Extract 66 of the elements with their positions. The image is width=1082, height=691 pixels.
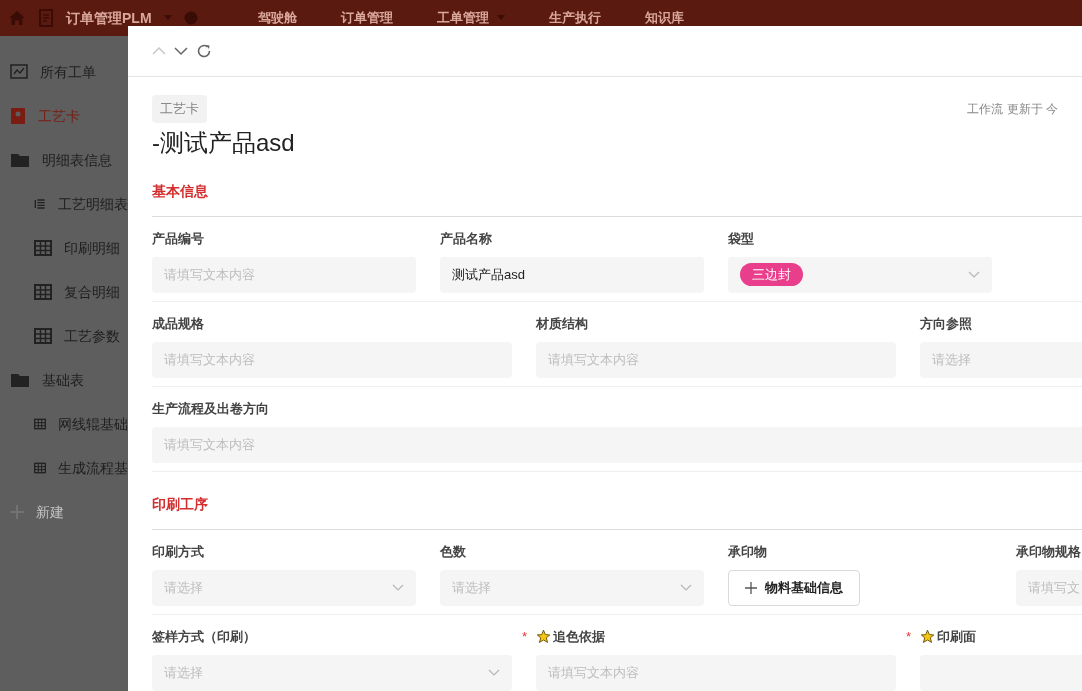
field-label: 袋型 [728, 229, 754, 248]
required-asterisk: * [522, 627, 528, 646]
field-label: 产品名称 [440, 229, 492, 248]
chevron-down-icon [392, 583, 404, 592]
nav-item[interactable]: 订单管理 [340, 8, 393, 28]
table-icon [34, 460, 46, 476]
chevron-up-icon[interactable] [152, 46, 166, 56]
folder-icon [10, 372, 30, 388]
plus-icon [745, 581, 757, 594]
field-label: 承印物规格 [1016, 542, 1081, 561]
category-tag: 工艺卡 [152, 95, 207, 123]
chevron-down-icon [488, 668, 500, 677]
field-label: 追色依据 [553, 627, 605, 646]
input-field[interactable]: 测试产品asd [440, 256, 704, 293]
sidebar-item[interactable]: 网线辊基础 [0, 402, 128, 446]
field-label: 签样方式（印刷） [152, 627, 256, 646]
sidebar-item[interactable]: 复合明细 [0, 270, 128, 314]
field-label: 印刷面 [937, 627, 976, 646]
sidebar-item[interactable]: 工艺明细表 [0, 182, 128, 226]
list-icon [34, 196, 46, 212]
document-icon [38, 9, 54, 27]
table-icon [34, 328, 52, 344]
required-asterisk: * [906, 627, 912, 646]
sidebar-item[interactable]: 工艺卡 [0, 94, 128, 138]
nav-item[interactable]: 工单管理 [436, 8, 505, 28]
table-icon [34, 240, 52, 256]
new-item[interactable]: 新建 [0, 490, 128, 534]
sidebar-item[interactable]: 生成流程基 [0, 446, 128, 490]
chevron-down-icon [680, 583, 692, 592]
refresh-icon[interactable] [196, 43, 212, 59]
caret-icon [496, 15, 505, 21]
tag: 三边封 [740, 262, 803, 287]
field-label: 生产流程及出卷方向 [152, 399, 269, 418]
field-label: 承印物 [728, 542, 767, 561]
folder-icon [10, 152, 30, 168]
section-title: 印刷工序 [152, 493, 1082, 530]
card-icon [10, 107, 26, 125]
field-label: 方向参照 [920, 314, 972, 333]
record-title: -测试产品asd [152, 127, 296, 158]
nav-item[interactable]: 生产执行 [548, 8, 601, 28]
select-field[interactable]: 三边封 [728, 256, 992, 293]
sidebar-item[interactable]: 基础表 [0, 358, 128, 402]
chart-icon [10, 64, 28, 80]
chevron-down-icon [968, 270, 980, 279]
table-icon [34, 416, 46, 432]
add-material-button[interactable]: 物料基础信息 [728, 569, 860, 606]
table-icon [34, 284, 52, 300]
sidebar-item[interactable]: 明细表信息 [0, 138, 128, 182]
nav-item[interactable]: 知识库 [644, 8, 684, 28]
home-icon[interactable] [8, 10, 26, 26]
chevron-down-icon[interactable] [174, 46, 188, 56]
nav-item[interactable]: 驾驶舱 [257, 8, 297, 28]
sidebar-item[interactable]: 所有工单 [0, 50, 128, 94]
caret-icon[interactable] [163, 15, 172, 21]
update-info: 工作流 更新于 今 [967, 100, 1058, 118]
field-label: 成品规格 [152, 314, 204, 333]
sidebar-item[interactable]: 印刷明细 [0, 226, 128, 270]
field-label: 产品编号 [152, 229, 204, 248]
plus-icon [10, 505, 24, 519]
sidebar-item[interactable]: 工艺参数 [0, 314, 128, 358]
field-label: 印刷方式 [152, 542, 204, 561]
info-icon[interactable] [183, 11, 198, 25]
app-title: 订单管理PLM [66, 8, 152, 28]
field-label: 材质结构 [536, 314, 588, 333]
field-label: 色数 [440, 542, 466, 561]
section-title: 基本信息 [152, 180, 1082, 217]
